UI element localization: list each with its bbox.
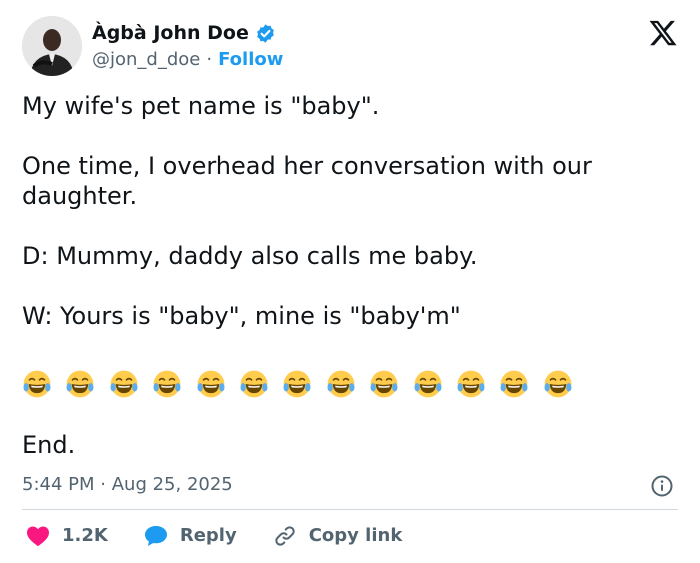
tweet-paragraph: One time, I overhead her conversation wi…: [22, 152, 592, 210]
author-name[interactable]: Àgbà John Doe: [92, 21, 249, 45]
tweet-paragraph: My wife's pet name is "baby".: [22, 92, 380, 120]
face-with-tears-of-joy-icon: [110, 370, 138, 398]
face-with-tears-of-joy-icon: [544, 370, 572, 398]
tweet-date[interactable]: Aug 25, 2025: [112, 474, 233, 495]
heart-icon: [27, 526, 49, 547]
reply-button[interactable]: Reply: [144, 522, 237, 550]
follow-button[interactable]: Follow: [218, 48, 283, 72]
face-with-tears-of-joy-icon: [500, 370, 528, 398]
like-count: 1.2K: [62, 525, 108, 546]
face-with-tears-of-joy-icon: [283, 370, 311, 398]
face-with-tears-of-joy-icon: [197, 370, 225, 398]
reply-label: Reply: [179, 525, 237, 546]
x-logo-icon[interactable]: [648, 18, 678, 48]
divider: [22, 509, 678, 510]
copy-link-button[interactable]: Copy link: [273, 522, 403, 550]
tweet-closing: End.: [22, 431, 76, 459]
tweet-card: Àgbà John Doe @jon_d_doe · Follow My wif…: [0, 0, 700, 563]
face-with-tears-of-joy-icon: [457, 370, 485, 398]
tweet-paragraph: W: Yours is "baby", mine is "baby'm": [22, 302, 461, 330]
face-with-tears-of-joy-icon: [414, 370, 442, 398]
tweet-paragraph: D: Mummy, daddy also calls me baby.: [22, 242, 478, 270]
copy-link-label: Copy link: [308, 525, 403, 546]
like-button[interactable]: 1.2K: [26, 522, 108, 550]
face-with-tears-of-joy-icon: [327, 370, 355, 398]
author-handle[interactable]: @jon_d_doe: [92, 48, 200, 72]
link-icon: [275, 526, 295, 546]
tweet-timestamp[interactable]: 5:44 PM · Aug 25, 2025: [22, 473, 233, 497]
timestamp-separator: ·: [100, 474, 106, 495]
author-name-row[interactable]: Àgbà John Doe: [92, 21, 276, 45]
emoji-row: [22, 369, 573, 399]
reply-bubble-icon: [144, 526, 167, 546]
avatar[interactable]: [22, 16, 82, 76]
info-icon[interactable]: [650, 474, 674, 498]
face-with-tears-of-joy-icon: [370, 370, 398, 398]
face-with-tears-of-joy-icon: [153, 370, 181, 398]
tweet-time[interactable]: 5:44 PM: [22, 474, 95, 495]
face-with-tears-of-joy-icon: [240, 370, 268, 398]
author-handle-row: @jon_d_doe · Follow: [92, 48, 283, 72]
tweet-text: My wife's pet name is "baby". One time, …: [22, 91, 662, 361]
action-bar: 1.2K Reply Copy link: [26, 522, 438, 550]
face-with-tears-of-joy-icon: [23, 370, 51, 398]
face-with-tears-of-joy-icon: [66, 370, 94, 398]
verified-badge-icon: [255, 23, 276, 44]
separator-dot: ·: [206, 49, 213, 70]
